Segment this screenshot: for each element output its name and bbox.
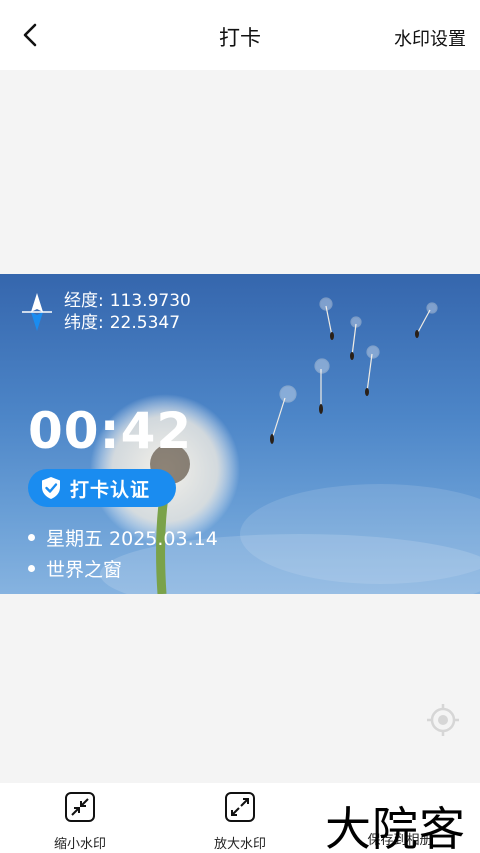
watermark-info-list: 星期五 2025.03.14 世界之窗	[28, 522, 218, 584]
enlarge-watermark-button[interactable]: 放大水印	[185, 791, 295, 852]
location-text: 世界之窗	[46, 559, 123, 581]
photo-preview[interactable]: 经度: 113.9730 纬度: 22.5347 00:42 打卡认证 星期五 …	[0, 274, 480, 594]
shrink-label: 缩小水印	[53, 837, 106, 852]
check-in-time: 00:42	[28, 402, 193, 460]
list-item: 星期五 2025.03.14	[28, 522, 218, 553]
latitude-line: 纬度: 22.5347	[64, 312, 191, 334]
enlarge-label: 放大水印	[213, 837, 266, 852]
bullet-icon	[28, 565, 35, 572]
badge-label: 打卡认证	[70, 478, 151, 501]
overlay-logo: 大院客	[325, 802, 466, 853]
watermark-settings-button[interactable]: 水印设置	[394, 25, 466, 51]
check-in-badge: 打卡认证	[28, 469, 176, 507]
longitude-line: 经度: 113.9730	[64, 290, 191, 312]
longitude-value: 113.9730	[109, 291, 191, 311]
locate-button[interactable]	[425, 702, 461, 738]
enlarge-icon	[225, 792, 255, 822]
top-bar: 打卡 水印设置	[0, 0, 480, 70]
latitude-value: 22.5347	[109, 313, 181, 333]
coordinates-block: 经度: 113.9730 纬度: 22.5347	[20, 290, 191, 334]
longitude-label: 经度:	[64, 291, 104, 311]
bullet-icon	[28, 534, 35, 541]
crosshair-icon	[427, 704, 459, 736]
compass-icon	[22, 293, 52, 331]
shrink-icon	[65, 792, 95, 822]
latitude-label: 纬度:	[64, 313, 104, 333]
date-text: 星期五 2025.03.14	[46, 528, 218, 550]
shield-check-icon	[42, 477, 60, 499]
shrink-watermark-button[interactable]: 缩小水印	[25, 791, 135, 852]
list-item: 世界之窗	[28, 553, 218, 584]
